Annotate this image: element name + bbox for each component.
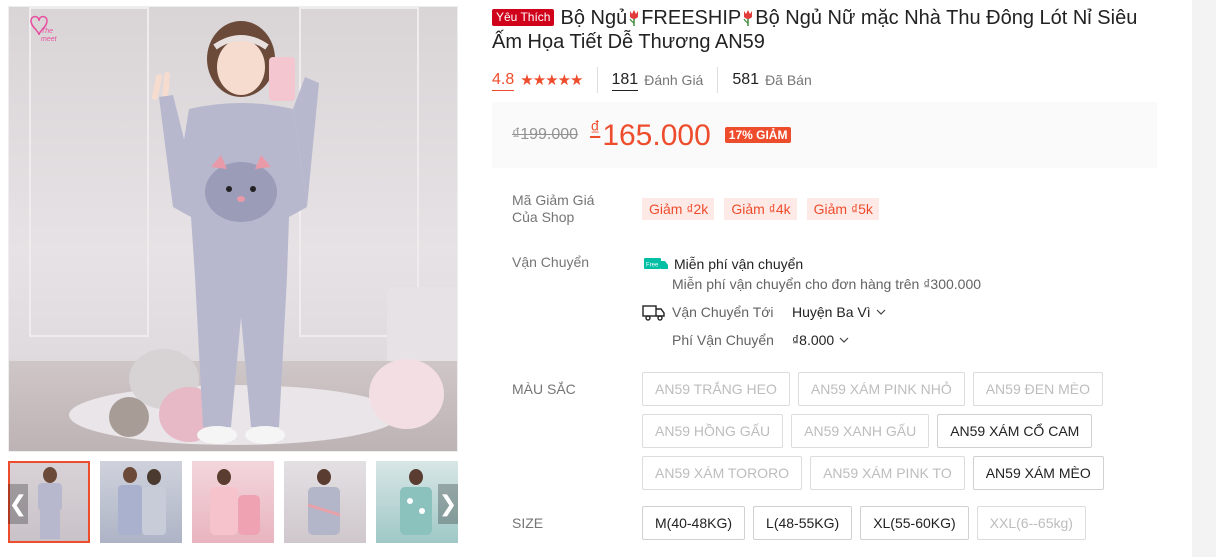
- size-option-row: SIZE M(40-48KG) L(48-55KG) XL(55-60KG) X…: [512, 506, 1172, 546]
- rating-stat[interactable]: 4.8 ★★★★★: [492, 67, 598, 93]
- color-option[interactable]: AN59 XÁM PINK NHỎ: [797, 372, 965, 406]
- chevron-down-icon: [876, 309, 886, 315]
- voucher-chip[interactable]: Giảm ₫4k: [724, 198, 797, 220]
- thumbnail[interactable]: [100, 461, 182, 543]
- free-shipping-line: Free Miễn phí vận chuyển: [642, 254, 1142, 274]
- shop-logo: The meet: [30, 15, 58, 43]
- color-option[interactable]: AN59 XÁM MÈO: [972, 456, 1104, 490]
- tulip-icon: [743, 10, 753, 26]
- knot-pillow: [369, 359, 444, 429]
- current-price-value: 165.000: [602, 118, 711, 152]
- thumbnail[interactable]: [192, 461, 274, 543]
- svg-text:Free: Free: [646, 263, 659, 269]
- main-product-image[interactable]: The meet: [8, 6, 458, 452]
- svg-text:meet: meet: [41, 36, 58, 43]
- title-text: FREESHIP: [641, 7, 742, 29]
- ship-fee-line: Phí Vận Chuyển ₫8.000: [672, 330, 1142, 350]
- color-option-row: MÀU SẮC AN59 TRẮNG HEO AN59 XÁM PINK NHỎ…: [512, 372, 1172, 498]
- thumbnail-strip: ❮ ❯: [8, 461, 458, 543]
- color-option[interactable]: AN59 ĐEN MÈO: [972, 372, 1103, 406]
- color-option[interactable]: AN59 HỒNG GẤU: [642, 414, 784, 448]
- truck-icon: [642, 305, 665, 321]
- color-option-list: AN59 TRẮNG HEO AN59 XÁM PINK NHỎ AN59 ĐE…: [642, 372, 1122, 490]
- shipping-details: Free Miễn phí vận chuyển Miễn phí vận ch…: [642, 254, 1142, 350]
- free-shipping-title: Miễn phí vận chuyển: [674, 256, 804, 272]
- color-option[interactable]: AN59 XANH GẤU: [791, 414, 930, 448]
- currency-symbol: ₫: [590, 117, 601, 140]
- ship-to-selector[interactable]: Huyện Ba Vì: [792, 304, 886, 320]
- tulip-icon: [629, 10, 639, 26]
- size-option[interactable]: M(40-48KG): [642, 506, 746, 540]
- free-shipping-icon: Free: [644, 258, 668, 269]
- voucher-chip[interactable]: Giảm ₫2k: [642, 198, 715, 220]
- size-option-list: M(40-48KG) L(48-55KG) XL(55-60KG) XXL(6-…: [642, 506, 1162, 540]
- price-box: ₫199.000 ₫165.000 17% GIẢM: [492, 102, 1157, 168]
- svg-text:The: The: [41, 28, 53, 35]
- size-option[interactable]: L(48-55KG): [753, 506, 853, 540]
- voucher-label: Mã Giảm Giá Của Shop: [512, 192, 595, 225]
- reviews-stat[interactable]: 181 Đánh Giá: [611, 67, 719, 93]
- page-side-panel: [1192, 0, 1216, 557]
- ship-fee-label: Phí Vận Chuyển: [672, 332, 774, 348]
- reviews-count: 181: [611, 70, 639, 91]
- color-option[interactable]: AN59 TRẮNG HEO: [642, 372, 790, 406]
- size-option[interactable]: XXL(6--65kg): [976, 506, 1086, 540]
- reviews-label: Đánh Giá: [644, 72, 704, 88]
- rating-value: 4.8: [492, 70, 515, 91]
- thumbnail-prev-button[interactable]: ❮: [8, 484, 28, 524]
- free-shipping-subtitle: Miễn phí vận chuyển cho đơn hàng trên ₫3…: [672, 276, 982, 292]
- shipping-row: Vận Chuyển Free Miễn phí vận chuyển Miễn…: [512, 254, 1152, 354]
- sold-stat: 581 Đã Bán: [732, 67, 825, 93]
- ship-to-value: Huyện Ba Vì: [792, 304, 871, 320]
- size-option[interactable]: XL(55-60KG): [860, 506, 969, 540]
- color-option[interactable]: AN59 XÁM CỔ CAM: [937, 414, 1093, 448]
- ship-fee-selector[interactable]: ₫8.000: [792, 332, 849, 348]
- color-option[interactable]: AN59 XÁM PINK TO: [810, 456, 965, 490]
- sold-label: Đã Bán: [765, 72, 812, 88]
- sold-count: 581: [732, 71, 760, 88]
- voucher-chip[interactable]: Giảm ₫5k: [806, 198, 879, 220]
- thumbnail-next-button[interactable]: ❯: [438, 484, 458, 524]
- thumbnail[interactable]: [284, 461, 366, 543]
- title-text: Bộ Ngủ: [560, 7, 628, 29]
- shipping-label: Vận Chuyển: [512, 254, 590, 270]
- voucher-list: Giảm ₫2k Giảm ₫4k Giảm ₫5k: [642, 198, 879, 220]
- model-figure: [152, 21, 319, 444]
- discount-badge: 17% GIẢM: [724, 127, 792, 143]
- color-option[interactable]: AN59 XÁM TORORO: [642, 456, 803, 490]
- product-gallery: The meet ❮ ❯: [8, 6, 458, 543]
- size-option-label: SIZE: [512, 515, 544, 531]
- original-price: ₫199.000: [512, 126, 579, 143]
- favorite-badge: Yêu Thích: [492, 9, 555, 26]
- ship-to-line: Vận Chuyển Tới Huyện Ba Vì: [642, 302, 1142, 322]
- chevron-down-icon: [839, 337, 849, 343]
- color-option-label: MÀU SẮC: [512, 381, 576, 397]
- ship-to-label: Vận Chuyển Tới: [672, 304, 774, 320]
- ship-fee-value: ₫8.000: [792, 332, 835, 348]
- product-stats: 4.8 ★★★★★ 181 Đánh Giá 581 Đã Bán: [492, 66, 1157, 94]
- star-rating-icons: ★★★★★: [520, 72, 583, 89]
- product-title: Yêu Thích Bộ Ngủ FREESHIP Bộ Ngủ Nữ mặc Nhà…: [492, 6, 1157, 54]
- voucher-row: Mã Giảm Giá Của Shop Giảm ₫2k Giảm ₫4k G…: [512, 192, 1152, 232]
- product-info: Yêu Thích Bộ Ngủ FREESHIP Bộ Ngủ Nữ mặc Nhà…: [492, 6, 1157, 540]
- current-price: ₫165.000: [590, 118, 711, 153]
